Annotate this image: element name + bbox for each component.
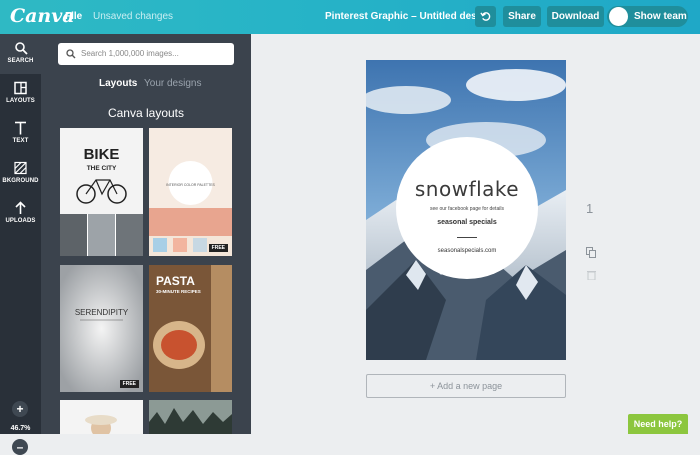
rail-item-uploads[interactable]: UPLOADS: [0, 194, 41, 234]
undo-button[interactable]: [475, 6, 496, 27]
image-search-input[interactable]: Search 1,000,000 images...: [58, 43, 234, 65]
portrait-preview: [60, 400, 143, 434]
serendipity-preview: SERENDIPITY: [60, 265, 143, 392]
zoom-out-button[interactable]: –: [12, 439, 28, 455]
layout-thumbnail[interactable]: [60, 400, 143, 434]
layout-thumbnail[interactable]: INTERIOR COLOR PALETTES FREE: [149, 128, 232, 256]
design-canvas-area: snowflake see our facebook page for deta…: [251, 34, 700, 434]
tab-your-designs[interactable]: Your designs: [144, 78, 201, 89]
toggle-knob: [609, 7, 628, 26]
divider-line: [457, 237, 477, 238]
design-subtitle[interactable]: see our facebook page for details: [396, 206, 538, 212]
file-menu[interactable]: File: [65, 11, 82, 22]
layout-thumbnail[interactable]: [149, 400, 232, 434]
side-rail: SEARCH LAYOUTS TEXT BKGROUND UPLOADS + 4…: [0, 34, 41, 455]
interior-palettes-preview: INTERIOR COLOR PALETTES: [149, 128, 232, 252]
thumb-title: PASTA: [156, 274, 195, 288]
rail-item-layouts[interactable]: LAYOUTS: [0, 74, 41, 114]
top-bar: Canva File Unsaved changes Pinterest Gra…: [0, 0, 700, 34]
layouts-panel: Search 1,000,000 images... Layouts Your …: [41, 34, 251, 434]
add-page-button[interactable]: + Add a new page: [366, 374, 566, 398]
free-badge: FREE: [119, 380, 139, 388]
upload-icon: [15, 201, 26, 214]
search-icon: [14, 42, 28, 55]
document-title[interactable]: Pinterest Graphic – Untitled design: [325, 11, 492, 22]
search-icon: [66, 49, 76, 59]
undo-icon: [480, 12, 491, 21]
zoom-in-button[interactable]: +: [12, 401, 28, 417]
delete-page-icon[interactable]: [587, 267, 596, 285]
thumb-title: BIKE: [84, 146, 120, 163]
show-team-label: Show team: [634, 11, 687, 22]
rail-label: UPLOADS: [5, 218, 36, 224]
download-button[interactable]: Download: [547, 6, 604, 27]
rail-item-text[interactable]: TEXT: [0, 114, 41, 154]
layout-thumbnail[interactable]: PASTA 30-MINUTE RECIPES: [149, 265, 232, 392]
rail-label: LAYOUTS: [6, 98, 35, 104]
help-button[interactable]: Need help?: [628, 414, 688, 434]
copy-page-icon[interactable]: [586, 245, 596, 263]
forest-preview: [149, 400, 232, 434]
rail-item-search[interactable]: SEARCH: [0, 34, 41, 74]
show-team-toggle[interactable]: Show team: [607, 6, 688, 27]
share-button[interactable]: Share: [503, 6, 541, 27]
design-page[interactable]: snowflake see our facebook page for deta…: [366, 60, 566, 360]
title-circle[interactable]: snowflake see our facebook page for deta…: [396, 137, 538, 279]
rail-item-background[interactable]: BKGROUND: [0, 154, 41, 194]
text-icon: [15, 121, 26, 135]
layouts-icon: [14, 81, 27, 95]
thumb-title: INTERIOR COLOR PALETTES: [166, 183, 215, 187]
free-badge: FREE: [208, 244, 228, 252]
search-placeholder: Search 1,000,000 images...: [81, 49, 179, 58]
thumb-title: SERENDIPITY: [75, 308, 129, 317]
bike-the-city-preview: BIKE THE CITY: [60, 128, 143, 256]
section-title: Canva layouts: [107, 106, 185, 120]
thumb-subtitle: THE CITY: [87, 165, 117, 172]
thumb-subtitle: 30-MINUTE RECIPES: [156, 289, 201, 294]
rail-label: TEXT: [12, 138, 29, 144]
background-icon: [14, 161, 27, 175]
rail-label: SEARCH: [7, 58, 34, 64]
design-title[interactable]: snowflake: [396, 177, 538, 201]
layout-thumbnail[interactable]: BIKE THE CITY: [60, 128, 143, 256]
rail-label: BKGROUND: [2, 178, 39, 184]
pasta-preview: PASTA 30-MINUTE RECIPES: [149, 265, 232, 392]
save-status: Unsaved changes: [93, 11, 174, 22]
layout-thumbnail[interactable]: SERENDIPITY FREE: [60, 265, 143, 392]
tab-layouts[interactable]: Layouts: [99, 78, 137, 89]
zoom-level: 46.7%: [10, 425, 31, 432]
page-number: 1: [586, 201, 594, 216]
design-tagline[interactable]: seasonal specials: [396, 219, 538, 226]
design-url[interactable]: seasonalspecials.com: [396, 248, 538, 254]
